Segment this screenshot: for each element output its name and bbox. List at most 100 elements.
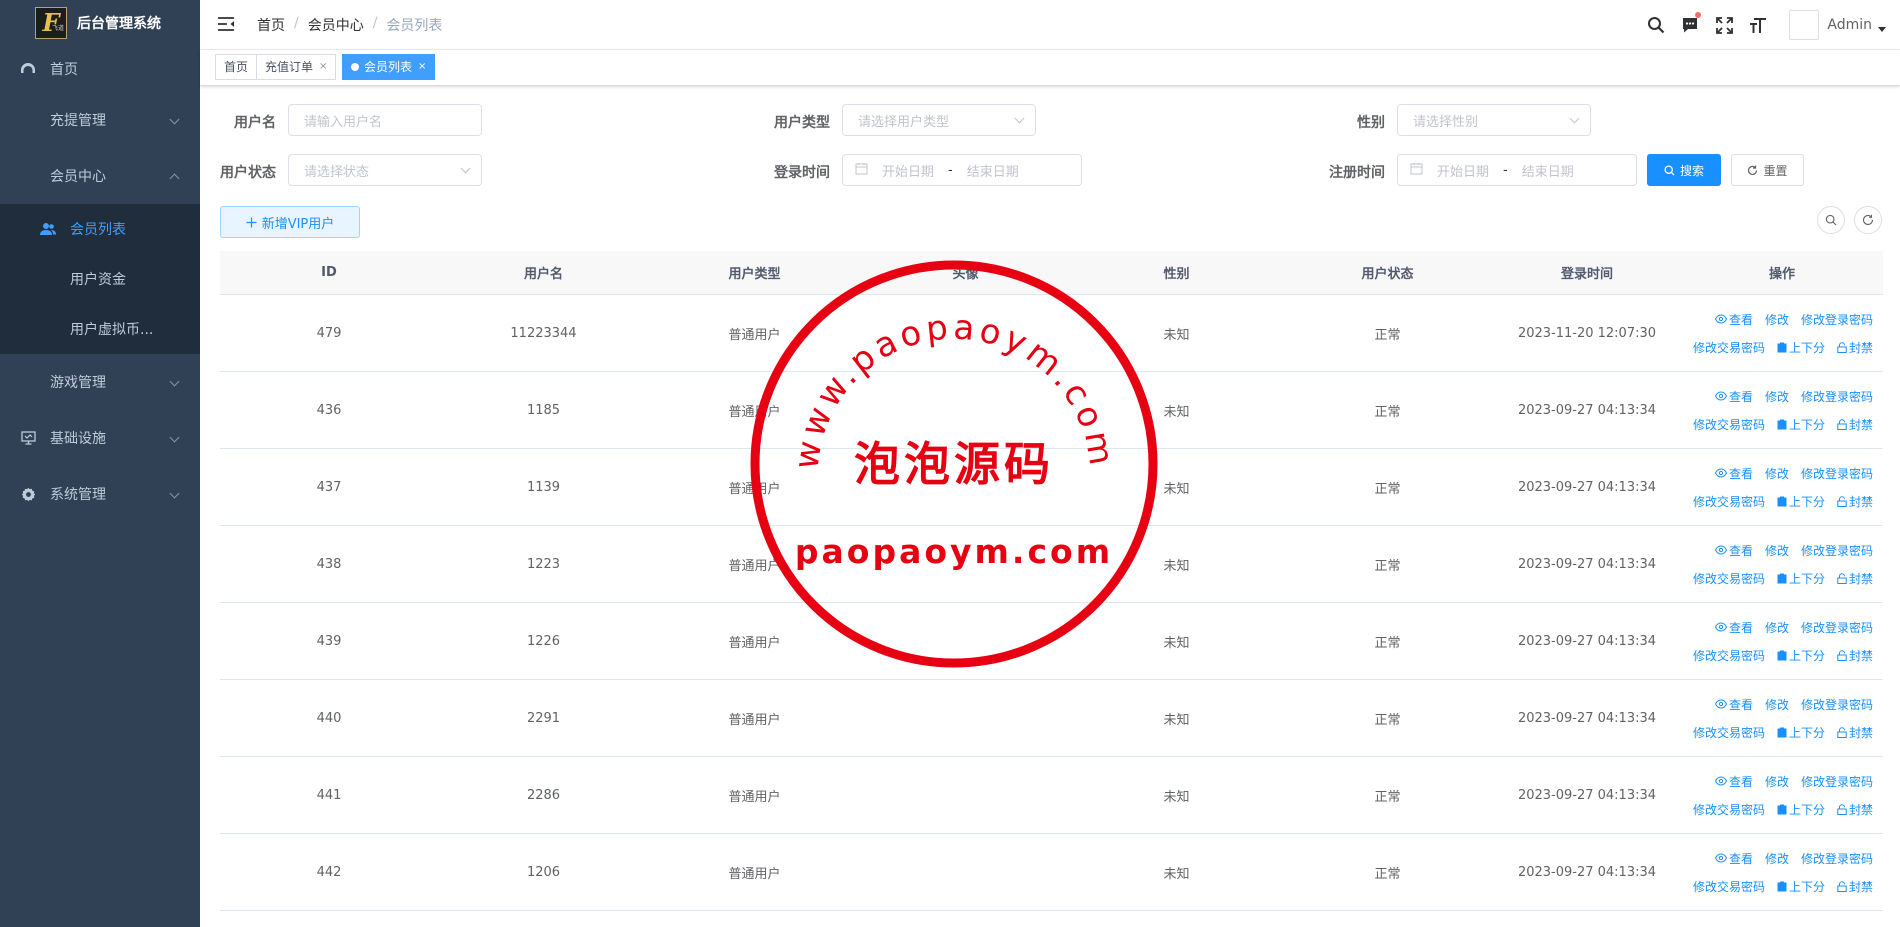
ban-button[interactable]: 封禁: [1837, 339, 1873, 356]
gender-select[interactable]: 请选择性别: [1397, 104, 1591, 136]
table-body: 479 11223344 普通用户 未知 正常 2023-11-20 12:07…: [220, 295, 1883, 911]
view-button[interactable]: 查看: [1714, 542, 1753, 559]
change-login-password-button[interactable]: 修改登录密码: [1801, 465, 1873, 482]
change-login-password-button[interactable]: 修改登录密码: [1801, 696, 1873, 713]
change-login-password-button[interactable]: 修改登录密码: [1801, 850, 1873, 867]
font-size-icon[interactable]: [1748, 15, 1768, 35]
logo[interactable]: F 飞道 后台管理系统: [0, 0, 200, 46]
fullscreen-icon[interactable]: [1714, 15, 1734, 35]
sidebar-item-member-center[interactable]: 会员中心: [0, 148, 200, 204]
adjust-points-button[interactable]: 上下分: [1777, 878, 1825, 895]
view-button[interactable]: 查看: [1714, 465, 1753, 482]
edit-button[interactable]: 修改: [1765, 465, 1789, 482]
view-button[interactable]: 查看: [1714, 850, 1753, 867]
edit-button[interactable]: 修改: [1765, 773, 1789, 790]
message-icon[interactable]: [1680, 12, 1702, 35]
edit-button[interactable]: 修改: [1765, 850, 1789, 867]
ban-button[interactable]: 封禁: [1837, 570, 1873, 587]
column-header-actions: 操作: [1768, 267, 1795, 282]
change-login-password-button[interactable]: 修改登录密码: [1801, 542, 1873, 559]
edit-button[interactable]: 修改: [1765, 542, 1789, 559]
close-icon[interactable]: ×: [319, 55, 327, 79]
chevron-down-icon: [460, 163, 471, 174]
ban-label: 封禁: [1849, 725, 1874, 740]
adjust-points-button[interactable]: 上下分: [1777, 647, 1825, 664]
change-login-password-button[interactable]: 修改登录密码: [1801, 388, 1873, 405]
edit-button[interactable]: 修改: [1765, 388, 1789, 405]
toggle-search-button[interactable]: [1817, 206, 1845, 234]
reset-button[interactable]: 重置: [1731, 154, 1804, 186]
change-trade-password-button[interactable]: 修改交易密码: [1693, 724, 1765, 741]
change-login-password-button[interactable]: 修改登录密码: [1801, 773, 1873, 790]
change-login-password-button[interactable]: 修改登录密码: [1801, 619, 1873, 636]
login-end-date[interactable]: 结束日期: [967, 161, 1019, 180]
breadcrumb-member-center[interactable]: 会员中心: [308, 15, 364, 35]
lock-icon: [1837, 726, 1847, 738]
view-button[interactable]: 查看: [1714, 311, 1753, 328]
sidebar-item-member-list[interactable]: 会员列表: [0, 204, 200, 254]
avatar[interactable]: [1789, 10, 1820, 40]
change-login-password-label: 修改登录密码: [1800, 312, 1873, 327]
search-icon[interactable]: [1646, 15, 1666, 35]
edit-button[interactable]: 修改: [1765, 696, 1789, 713]
adjust-points-button[interactable]: 上下分: [1777, 801, 1825, 818]
ban-button[interactable]: 封禁: [1837, 724, 1873, 741]
breadcrumb-home[interactable]: 首页: [257, 15, 285, 35]
search-button[interactable]: 搜索: [1647, 154, 1721, 186]
clipboard-icon: [1777, 496, 1787, 506]
tag-home[interactable]: 首页: [215, 54, 258, 80]
change-trade-password-button[interactable]: 修改交易密码: [1693, 647, 1765, 664]
ban-button[interactable]: 封禁: [1837, 493, 1873, 510]
view-button[interactable]: 查看: [1714, 619, 1753, 636]
edit-button[interactable]: 修改: [1765, 311, 1789, 328]
adjust-points-button[interactable]: 上下分: [1777, 416, 1825, 433]
sidebar-item-user-funds[interactable]: 用户资金: [0, 254, 200, 304]
change-trade-password-button[interactable]: 修改交易密码: [1693, 570, 1765, 587]
change-login-password-button[interactable]: 修改登录密码: [1801, 311, 1873, 328]
login-time-range[interactable]: 开始日期 - 结束日期: [842, 154, 1082, 186]
status-select[interactable]: 请选择状态: [288, 154, 482, 186]
tag-member-list[interactable]: 会员列表 ×: [342, 54, 436, 80]
register-time-range[interactable]: 开始日期 - 结束日期: [1397, 154, 1637, 186]
view-button[interactable]: 查看: [1714, 773, 1753, 790]
change-trade-password-button[interactable]: 修改交易密码: [1693, 493, 1765, 510]
refresh-button[interactable]: [1854, 206, 1882, 234]
ban-button[interactable]: 封禁: [1837, 416, 1873, 433]
adjust-points-button[interactable]: 上下分: [1777, 493, 1825, 510]
adjust-points-button[interactable]: 上下分: [1777, 724, 1825, 741]
hamburger-icon[interactable]: [217, 16, 235, 36]
sidebar-item-game[interactable]: 游戏管理: [0, 354, 200, 410]
ban-button[interactable]: 封禁: [1837, 647, 1873, 664]
register-end-date[interactable]: 结束日期: [1522, 161, 1574, 180]
ban-button[interactable]: 封禁: [1837, 878, 1873, 895]
change-trade-password-button[interactable]: 修改交易密码: [1693, 416, 1765, 433]
view-button[interactable]: 查看: [1714, 696, 1753, 713]
sidebar-item-user-crypto[interactable]: 用户虚拟币...: [0, 304, 200, 354]
change-trade-password-button[interactable]: 修改交易密码: [1693, 878, 1765, 895]
actions-line-1: 查看 修改 修改登录密码: [1703, 844, 1873, 872]
edit-button[interactable]: 修改: [1765, 619, 1789, 636]
caret-down-icon[interactable]: [1878, 26, 1886, 32]
user-name[interactable]: Admin: [1827, 17, 1872, 33]
view-button[interactable]: 查看: [1714, 388, 1753, 405]
change-trade-password-button[interactable]: 修改交易密码: [1693, 339, 1765, 356]
register-start-date[interactable]: 开始日期: [1437, 161, 1489, 180]
sidebar-item-label: 系统管理: [50, 487, 106, 503]
sidebar-item-infrastructure[interactable]: 基础设施: [0, 410, 200, 466]
adjust-points-button[interactable]: 上下分: [1777, 339, 1825, 356]
sidebar-item-home[interactable]: 首页: [0, 46, 200, 92]
register-time-label: 注册时间: [1329, 165, 1385, 181]
adjust-points-button[interactable]: 上下分: [1777, 570, 1825, 587]
user-type-select[interactable]: 请选择用户类型: [842, 104, 1036, 136]
change-trade-password-button[interactable]: 修改交易密码: [1693, 801, 1765, 818]
sidebar-item-system[interactable]: 系统管理: [0, 466, 200, 522]
tag-recharge-orders[interactable]: 充值订单 ×: [256, 54, 337, 80]
cell-login-time: 2023-09-27 04:13:34: [1517, 479, 1657, 495]
sidebar-item-recharge[interactable]: 充提管理: [0, 92, 200, 148]
column-header-gender: 性别: [1163, 267, 1190, 282]
ban-button[interactable]: 封禁: [1837, 801, 1873, 818]
add-vip-button[interactable]: 新增VIP用户: [220, 206, 360, 238]
username-input[interactable]: 请输入用户名: [288, 104, 482, 136]
close-icon[interactable]: ×: [418, 55, 426, 79]
login-start-date[interactable]: 开始日期: [882, 161, 934, 180]
